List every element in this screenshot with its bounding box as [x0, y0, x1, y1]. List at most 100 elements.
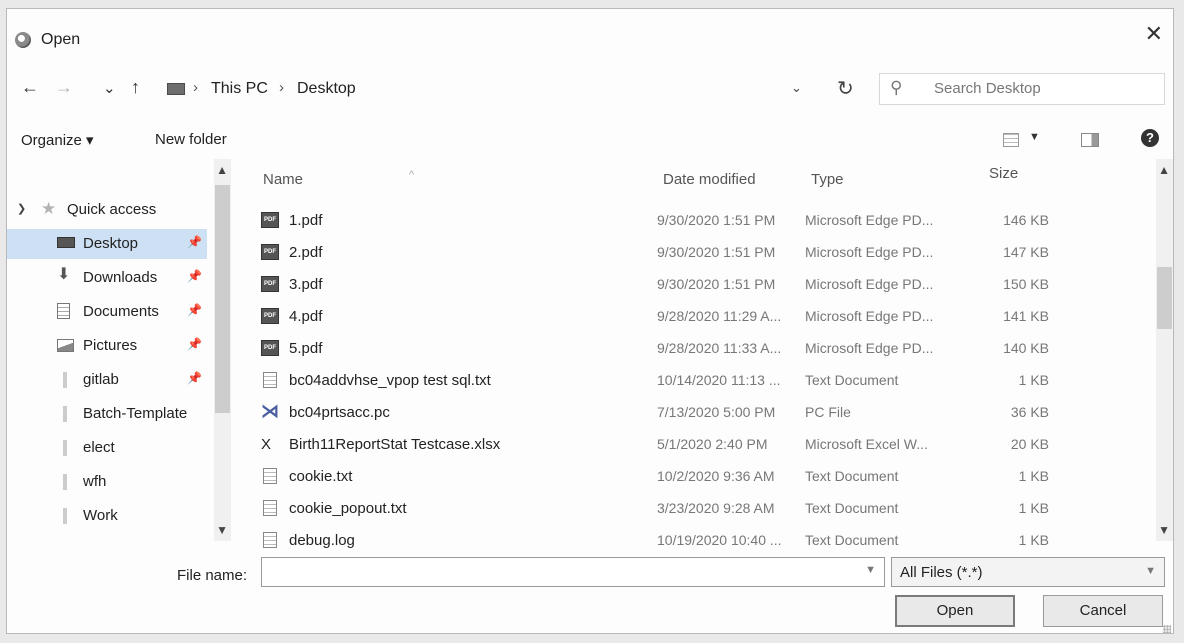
dialog-title: Open — [41, 31, 81, 48]
column-header-name[interactable]: Name ^ — [263, 169, 414, 188]
column-header-size[interactable]: Size — [989, 165, 1018, 182]
file-name: 2.pdf — [289, 244, 323, 261]
file-type-filter-value: All Files (*.*) — [900, 564, 983, 581]
breadcrumb-desktop[interactable]: Desktop — [297, 80, 356, 98]
sidebar-item-quick-access[interactable]: ❯ ★ Quick access — [7, 195, 207, 225]
address-dropdown-chevron-icon[interactable]: ⌄ — [791, 80, 802, 96]
file-size: 20 KB — [1010, 436, 1049, 452]
expand-chevron-icon[interactable]: ❯ — [17, 202, 26, 215]
file-size: 141 KB — [1003, 308, 1049, 324]
navigation-pane-scrollbar[interactable]: ▲ ▼ — [214, 159, 231, 541]
sidebar-item-documents[interactable]: Documents 📌 — [7, 297, 207, 327]
file-row[interactable]: PDF 3.pdf 9/30/2020 1:51 PM Microsoft Edge … — [253, 269, 1049, 300]
view-options-dropdown-icon[interactable]: ▼ — [1029, 131, 1040, 143]
title-bar: Open ✕ — [7, 9, 1173, 65]
sidebar-item-gitlab[interactable]: gitlab 📌 — [7, 365, 207, 395]
column-header-type[interactable]: Type — [811, 171, 844, 188]
forward-arrow-icon[interactable]: → — [55, 77, 73, 98]
open-file-dialog: Open ✕ ← → ⌄ ↑ › This PC › Desktop ⌄ ↻ ⚲… — [6, 8, 1174, 634]
sidebar-item-wfh[interactable]: wfh — [7, 467, 207, 497]
file-size: 146 KB — [1003, 212, 1049, 228]
folder-icon — [63, 474, 67, 490]
back-arrow-icon[interactable]: ← — [21, 77, 39, 98]
file-name-combobox[interactable]: ▼ — [261, 557, 885, 587]
file-size: 36 KB — [1010, 404, 1049, 420]
file-date-modified: 9/28/2020 11:29 A... — [657, 308, 782, 324]
sidebar-item-label: Desktop — [83, 235, 139, 252]
scrollbar-thumb[interactable] — [1157, 267, 1172, 329]
file-type: Microsoft Edge PD... — [805, 244, 934, 260]
column-header-date-modified[interactable]: Date modified — [663, 171, 756, 188]
scroll-up-arrow-icon[interactable]: ▲ — [216, 163, 228, 177]
address-bar[interactable]: › This PC › Desktop ⌄ ↻ — [163, 73, 869, 105]
scroll-down-arrow-icon[interactable]: ▼ — [216, 523, 228, 537]
up-arrow-icon[interactable]: ↑ — [131, 77, 140, 98]
search-icon: ⚲ — [890, 78, 903, 97]
file-row[interactable]: PDF 1.pdf 9/30/2020 1:51 PM Microsoft Edge … — [253, 205, 1049, 236]
close-icon[interactable]: ✕ — [1145, 21, 1163, 47]
file-name-input[interactable] — [268, 558, 852, 586]
recent-locations-chevron-icon[interactable]: ⌄ — [103, 79, 116, 97]
text-file-icon — [263, 372, 277, 388]
sidebar-item-pictures[interactable]: Pictures 📌 — [7, 331, 207, 361]
sidebar-item-label: Downloads — [83, 269, 158, 286]
file-name-dropdown-icon[interactable]: ▼ — [865, 564, 876, 576]
file-list-scrollbar[interactable]: ▲ ▼ — [1156, 159, 1173, 541]
file-name: 3.pdf — [289, 276, 323, 293]
scroll-down-arrow-icon[interactable]: ▼ — [1158, 523, 1170, 537]
pin-icon: 📌 — [187, 337, 202, 351]
search-box[interactable]: ⚲ Search Desktop — [879, 73, 1165, 105]
file-row[interactable]: PDF 5.pdf 9/28/2020 11:33 A... Microsoft Ed… — [253, 333, 1049, 364]
breadcrumb-this-pc[interactable]: This PC — [211, 80, 268, 98]
text-file-icon — [263, 468, 277, 484]
sidebar-item-desktop[interactable]: Desktop 📌 — [7, 229, 207, 259]
pdf-file-icon: PDF — [261, 308, 279, 324]
new-folder-button[interactable]: New folder — [155, 131, 227, 148]
cancel-button[interactable]: Cancel — [1043, 595, 1163, 627]
folder-icon — [63, 406, 67, 422]
file-row[interactable]: bc04addvhse_vpop test sql.txt 10/14/2020 … — [253, 365, 1049, 396]
pdf-file-icon: PDF — [261, 276, 279, 292]
text-file-icon — [263, 500, 277, 516]
help-icon[interactable]: ? — [1141, 129, 1159, 147]
scroll-up-arrow-icon[interactable]: ▲ — [1158, 163, 1170, 177]
sidebar-item-downloads[interactable]: ⬇ Downloads 📌 — [7, 263, 207, 293]
file-size: 147 KB — [1003, 244, 1049, 260]
file-size: 1 KB — [1018, 372, 1049, 388]
folder-icon — [63, 372, 67, 388]
refresh-icon[interactable]: ↻ — [837, 76, 854, 101]
file-type: Text Document — [805, 372, 899, 388]
file-type: Microsoft Edge PD... — [805, 308, 934, 324]
file-date-modified: 10/2/2020 9:36 AM — [657, 468, 775, 484]
file-row[interactable]: PDF 4.pdf 9/28/2020 11:29 A... Microsoft Ed… — [253, 301, 1049, 332]
file-type: Microsoft Edge PD... — [805, 340, 934, 356]
navigation-bar: ← → ⌄ ↑ › This PC › Desktop ⌄ ↻ ⚲ Search… — [7, 67, 1173, 109]
search-placeholder: Search Desktop — [934, 80, 1041, 97]
file-row[interactable]: cookie.txt 10/2/2020 9:36 AM Text Document… — [253, 461, 1049, 492]
file-type: Text Document — [805, 468, 899, 484]
open-button[interactable]: Open — [895, 595, 1015, 627]
file-type-filter-select[interactable]: All Files (*.*) ▼ — [891, 557, 1165, 587]
sidebar-item-batch-template[interactable]: Batch-Template — [7, 399, 207, 429]
sidebar-item-work[interactable]: Work — [7, 501, 207, 531]
change-view-icon[interactable] — [1003, 133, 1019, 147]
excel-file-icon: X — [261, 436, 272, 453]
file-row[interactable]: ⋊ bc04prtsacc.pc 7/13/2020 5:00 PM PC File 3… — [253, 397, 1049, 428]
file-row[interactable]: X Birth11ReportStat Testcase.xlsx 5/1/2020… — [253, 429, 1049, 460]
file-date-modified: 5/1/2020 2:40 PM — [657, 436, 768, 452]
file-date-modified: 9/30/2020 1:51 PM — [657, 212, 776, 228]
dialog-footer: File name: ▼ All Files (*.*) ▼ Open Canc… — [7, 545, 1173, 635]
organize-menu-button[interactable]: Organize ▾ — [21, 131, 94, 149]
sidebar-item-label: Work — [83, 507, 118, 524]
column-name-label: Name — [263, 171, 304, 188]
sidebar-item-elect[interactable]: elect — [7, 433, 207, 463]
file-name: 4.pdf — [289, 308, 323, 325]
folder-icon — [63, 440, 67, 456]
preview-pane-icon[interactable] — [1081, 133, 1099, 147]
star-icon: ★ — [41, 199, 57, 218]
chevron-down-icon: ▼ — [1145, 565, 1156, 577]
file-row[interactable]: cookie_popout.txt 3/23/2020 9:28 AM Text D… — [253, 493, 1049, 524]
resize-grip-icon[interactable] — [1163, 625, 1171, 633]
scrollbar-thumb[interactable] — [215, 185, 230, 413]
file-row[interactable]: PDF 2.pdf 9/30/2020 1:51 PM Microsoft Edge … — [253, 237, 1049, 268]
